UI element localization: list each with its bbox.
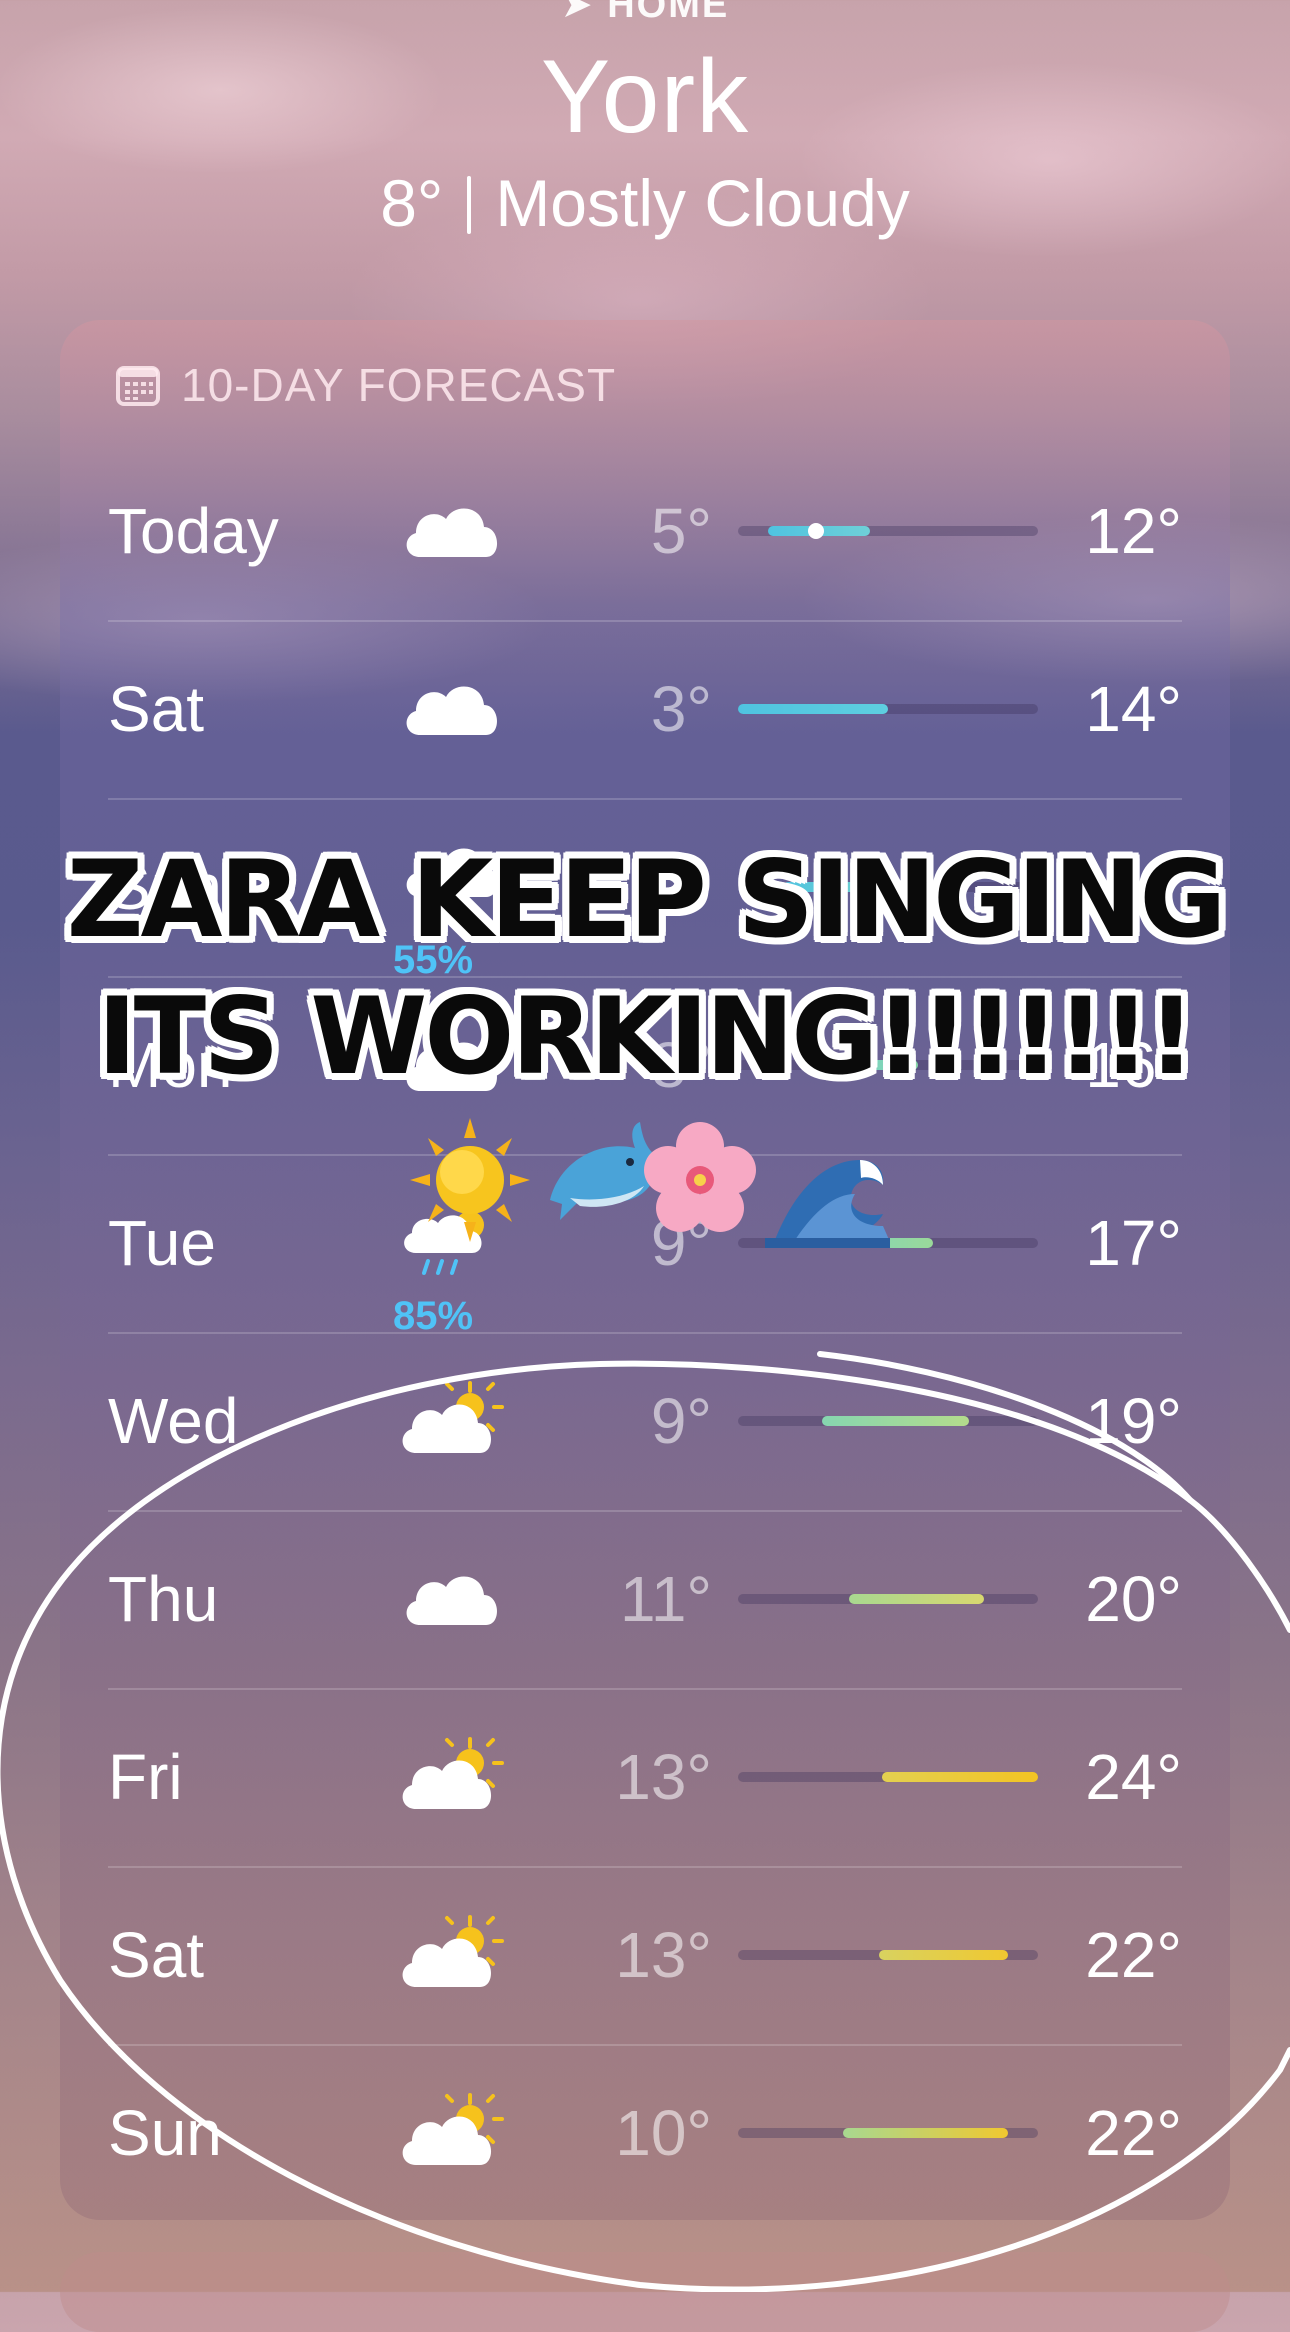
cloud-icon [398, 491, 508, 571]
caption-line-2: ITS WORKING!!!!!!! [97, 975, 1195, 1098]
forecast-row[interactable]: Sun 10° 22° [108, 2044, 1182, 2222]
current-condition: Mostly Cloudy [495, 166, 910, 240]
low-temp: 5° [650, 495, 712, 567]
high-temp: 20° [1085, 1563, 1182, 1635]
current-temp: 8° [380, 166, 444, 240]
partly-sunny-icon [398, 2093, 508, 2173]
high-temp: 22° [1085, 1919, 1182, 1991]
temp-range-bar [738, 1594, 1038, 1604]
forecast-day: Wed [108, 1385, 239, 1457]
temp-range-bar [738, 1416, 1038, 1426]
high-temp: 17° [1085, 1207, 1182, 1279]
partly-sunny-icon [398, 1381, 508, 1461]
temp-range-bar [738, 2128, 1038, 2138]
temp-range-fill [843, 2128, 1008, 2138]
location-arrow-icon: ➤ [560, 0, 608, 26]
forecast-row[interactable]: Fri 13° 24° [108, 1688, 1182, 1866]
low-temp: 3° [650, 673, 712, 745]
summary-separator [467, 176, 472, 234]
high-temp: 24° [1085, 1741, 1182, 1813]
location-label: ➤ HOME [0, 0, 1290, 27]
forecast-title: 10-DAY FORECAST [115, 358, 616, 412]
forecast-day: Thu [108, 1563, 219, 1635]
sun-emoji [410, 1118, 530, 1242]
low-temp: 11° [619, 1563, 712, 1635]
temp-range-bar [738, 704, 1038, 714]
partly-sunny-icon [398, 1915, 508, 1995]
caption-line-1: ZARA KEEP SINGING [66, 838, 1227, 961]
cloud-icon [398, 1559, 508, 1639]
low-temp: 9° [650, 1385, 712, 1457]
temp-range-fill [882, 1772, 1038, 1782]
cherry-blossom-emoji [644, 1122, 756, 1232]
dolphin-emoji [550, 1122, 657, 1220]
temp-range-bar [738, 1950, 1038, 1960]
temp-range-bar [738, 523, 1038, 539]
wave-emoji [765, 1160, 890, 1248]
high-temp: 19° [1085, 1385, 1182, 1457]
next-panel[interactable] [60, 2252, 1230, 2332]
forecast-day: Sun [108, 2097, 222, 2169]
low-temp: 10° [615, 2097, 712, 2169]
forecast-day: Sat [108, 673, 205, 745]
high-temp: 22° [1085, 2097, 1182, 2169]
temp-range-fill [849, 1594, 984, 1604]
current-temp-marker [808, 523, 824, 539]
temp-range-fill [879, 1950, 1008, 1960]
partly-sunny-icon [398, 1737, 508, 1817]
forecast-row[interactable]: Today 5° 12° [108, 442, 1182, 620]
forecast-row[interactable]: Thu 11° 20° [108, 1510, 1182, 1688]
forecast-day: Today [108, 495, 279, 567]
high-temp: 14° [1085, 673, 1182, 745]
forecast-day: Sat [108, 1919, 205, 1991]
temp-range-bar [738, 1772, 1038, 1782]
low-temp: 13° [615, 1741, 712, 1813]
forecast-row[interactable]: Wed 9° 19° [108, 1332, 1182, 1510]
temp-range-fill [738, 704, 888, 714]
emoji-row [410, 1118, 890, 1248]
forecast-row[interactable]: Sat 3° 14° [108, 620, 1182, 798]
current-summary: 8° Mostly Cloudy [0, 165, 1290, 241]
high-temp: 12° [1085, 495, 1182, 567]
city-name: York [540, 39, 750, 155]
forecast-day: Tue [108, 1207, 216, 1279]
low-temp: 13° [615, 1919, 712, 1991]
temp-range-fill [822, 1416, 969, 1426]
cloud-icon [398, 669, 508, 749]
forecast-day: Fri [108, 1741, 183, 1813]
calendar-icon [115, 362, 161, 408]
forecast-row[interactable]: Sat 13° 22° [108, 1866, 1182, 2044]
